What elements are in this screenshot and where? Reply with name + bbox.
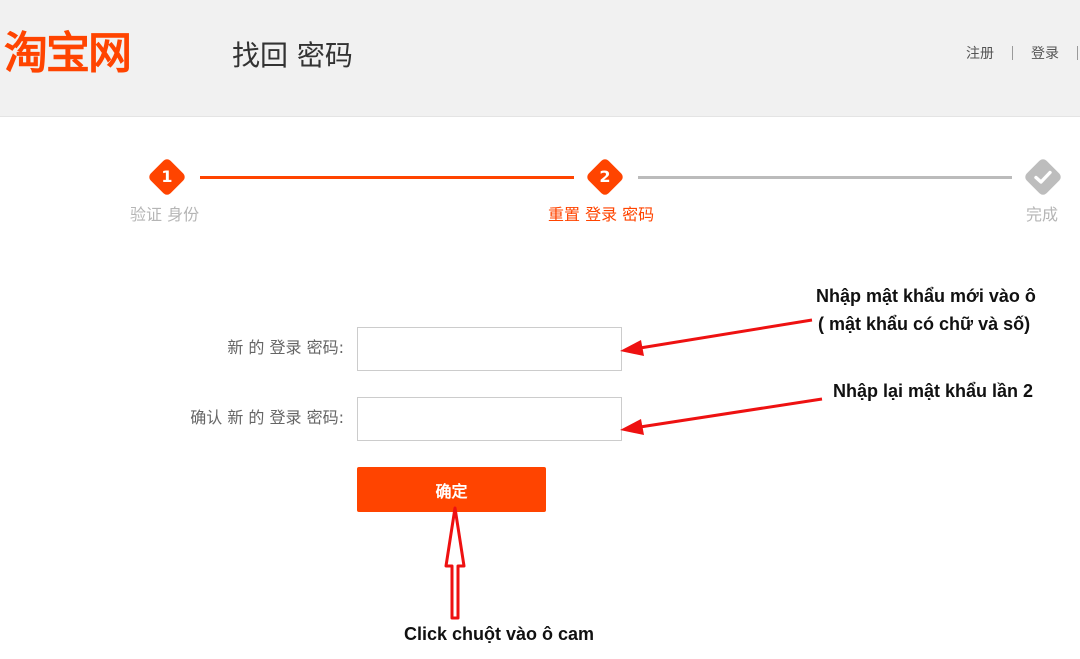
arrow-to-new-password xyxy=(620,318,813,356)
annotation-confirm-password: Nhập lại mật khẩu lần 2 xyxy=(833,381,1034,401)
page-title: 找回 密码 xyxy=(232,39,353,72)
annotation-new-password-line1: Nhập mật khẩu mới vào ô xyxy=(816,286,1036,306)
step-1-number: 1 xyxy=(161,167,173,186)
link-divider xyxy=(1012,46,1013,60)
page: 淘宝网 找回 密码 注册 登录 1 验证 身份 2 重置 登录 密码 完成 新 … xyxy=(0,0,1080,659)
step-3-label: 完成 xyxy=(1026,205,1059,224)
register-link[interactable]: 注册 xyxy=(966,43,994,63)
annotation-new-password: Nhập mật khẩu mới vào ô ( mật khẩu có ch… xyxy=(816,282,1060,338)
link-divider xyxy=(1077,46,1078,60)
confirm-password-input[interactable] xyxy=(357,397,622,441)
top-links: 注册 登录 xyxy=(966,43,1080,63)
login-link[interactable]: 登录 xyxy=(1031,43,1059,63)
step-1-label: 验证 身份 xyxy=(130,205,200,224)
step-2-number: 2 xyxy=(599,167,611,186)
taobao-logo[interactable]: 淘宝网 xyxy=(4,28,132,80)
check-icon xyxy=(1034,170,1052,184)
header-bar: 淘宝网 找回 密码 注册 登录 xyxy=(0,0,1080,117)
arrow-to-confirm-password xyxy=(620,397,823,435)
confirm-button[interactable]: 确定 xyxy=(357,467,546,512)
new-password-label: 新 的 登录 密码: xyxy=(227,338,344,357)
progress-line-pending xyxy=(638,176,1012,179)
confirm-password-label: 确认 新 的 登录 密码: xyxy=(190,408,344,427)
step-2-label: 重置 登录 密码 xyxy=(548,205,655,224)
annotation-submit: Click chuột vào ô cam xyxy=(404,624,595,644)
new-password-input[interactable] xyxy=(357,327,622,371)
arrow-to-confirm-button xyxy=(444,506,466,620)
annotation-new-password-line2: ( mật khẩu có chữ và số) xyxy=(818,314,1031,334)
progress-line-completed xyxy=(200,176,574,179)
